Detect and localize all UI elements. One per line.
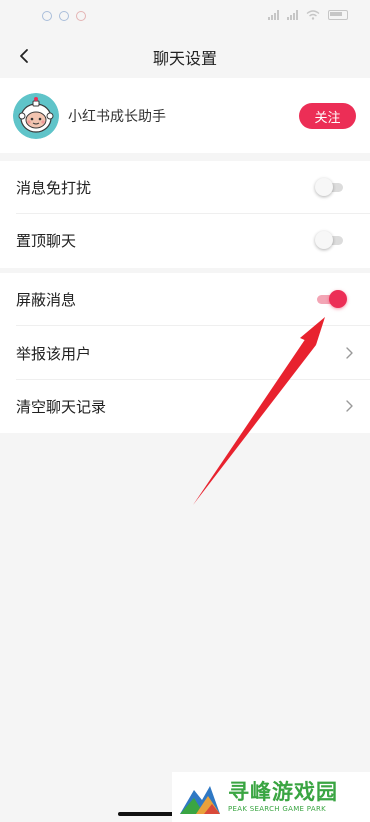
battery-icon xyxy=(328,10,348,20)
follow-button[interactable]: 关注 xyxy=(299,103,356,129)
user-name: 小红书成长助手 xyxy=(68,109,166,125)
notification-icon xyxy=(76,11,86,21)
row-label: 置顶聊天 xyxy=(16,232,77,250)
mountain-logo-icon xyxy=(180,786,220,814)
system-indicators xyxy=(268,10,348,20)
watermark-title: 寻峰游戏园 xyxy=(228,780,338,804)
toggle-knob xyxy=(315,231,333,249)
row-label: 清空聊天记录 xyxy=(16,398,107,416)
settings-row-mute[interactable]: 消息免打扰 xyxy=(0,161,370,214)
notification-icon xyxy=(42,11,52,21)
signal-icon xyxy=(268,10,279,20)
avatar[interactable] xyxy=(13,93,59,139)
notification-icons xyxy=(42,11,86,21)
row-label: 屏蔽消息 xyxy=(16,291,77,309)
wifi-icon xyxy=(306,10,320,20)
signal-icon xyxy=(287,10,298,20)
settings-group-2: 屏蔽消息 举报该用户 清空聊天记录 xyxy=(0,273,370,433)
page-title: 聊天设置 xyxy=(152,49,217,68)
toggle-knob xyxy=(329,290,347,308)
chevron-right-icon xyxy=(346,400,353,412)
pin-toggle[interactable] xyxy=(315,231,345,249)
notification-icon xyxy=(59,11,69,21)
settings-row-block[interactable]: 屏蔽消息 xyxy=(0,273,370,326)
divider xyxy=(16,325,370,326)
settings-row-clear-history[interactable]: 清空聊天记录 xyxy=(0,380,370,433)
settings-row-report[interactable]: 举报该用户 xyxy=(0,327,370,380)
status-bar xyxy=(0,0,370,34)
watermark: 寻峰游戏园 PEAK SEARCH GAME PARK xyxy=(172,772,370,822)
nav-bar: 聊天设置 xyxy=(0,34,370,78)
chevron-right-icon xyxy=(346,347,353,359)
astronaut-avatar-icon xyxy=(13,93,59,139)
row-label: 消息免打扰 xyxy=(16,179,92,197)
settings-row-pin[interactable]: 置顶聊天 xyxy=(0,214,370,267)
settings-group-1: 消息免打扰 置顶聊天 xyxy=(0,161,370,268)
row-label: 举报该用户 xyxy=(16,345,92,363)
block-toggle[interactable] xyxy=(315,290,347,308)
watermark-subtitle: PEAK SEARCH GAME PARK xyxy=(228,805,327,813)
mute-toggle[interactable] xyxy=(315,178,345,196)
toggle-knob xyxy=(315,178,333,196)
